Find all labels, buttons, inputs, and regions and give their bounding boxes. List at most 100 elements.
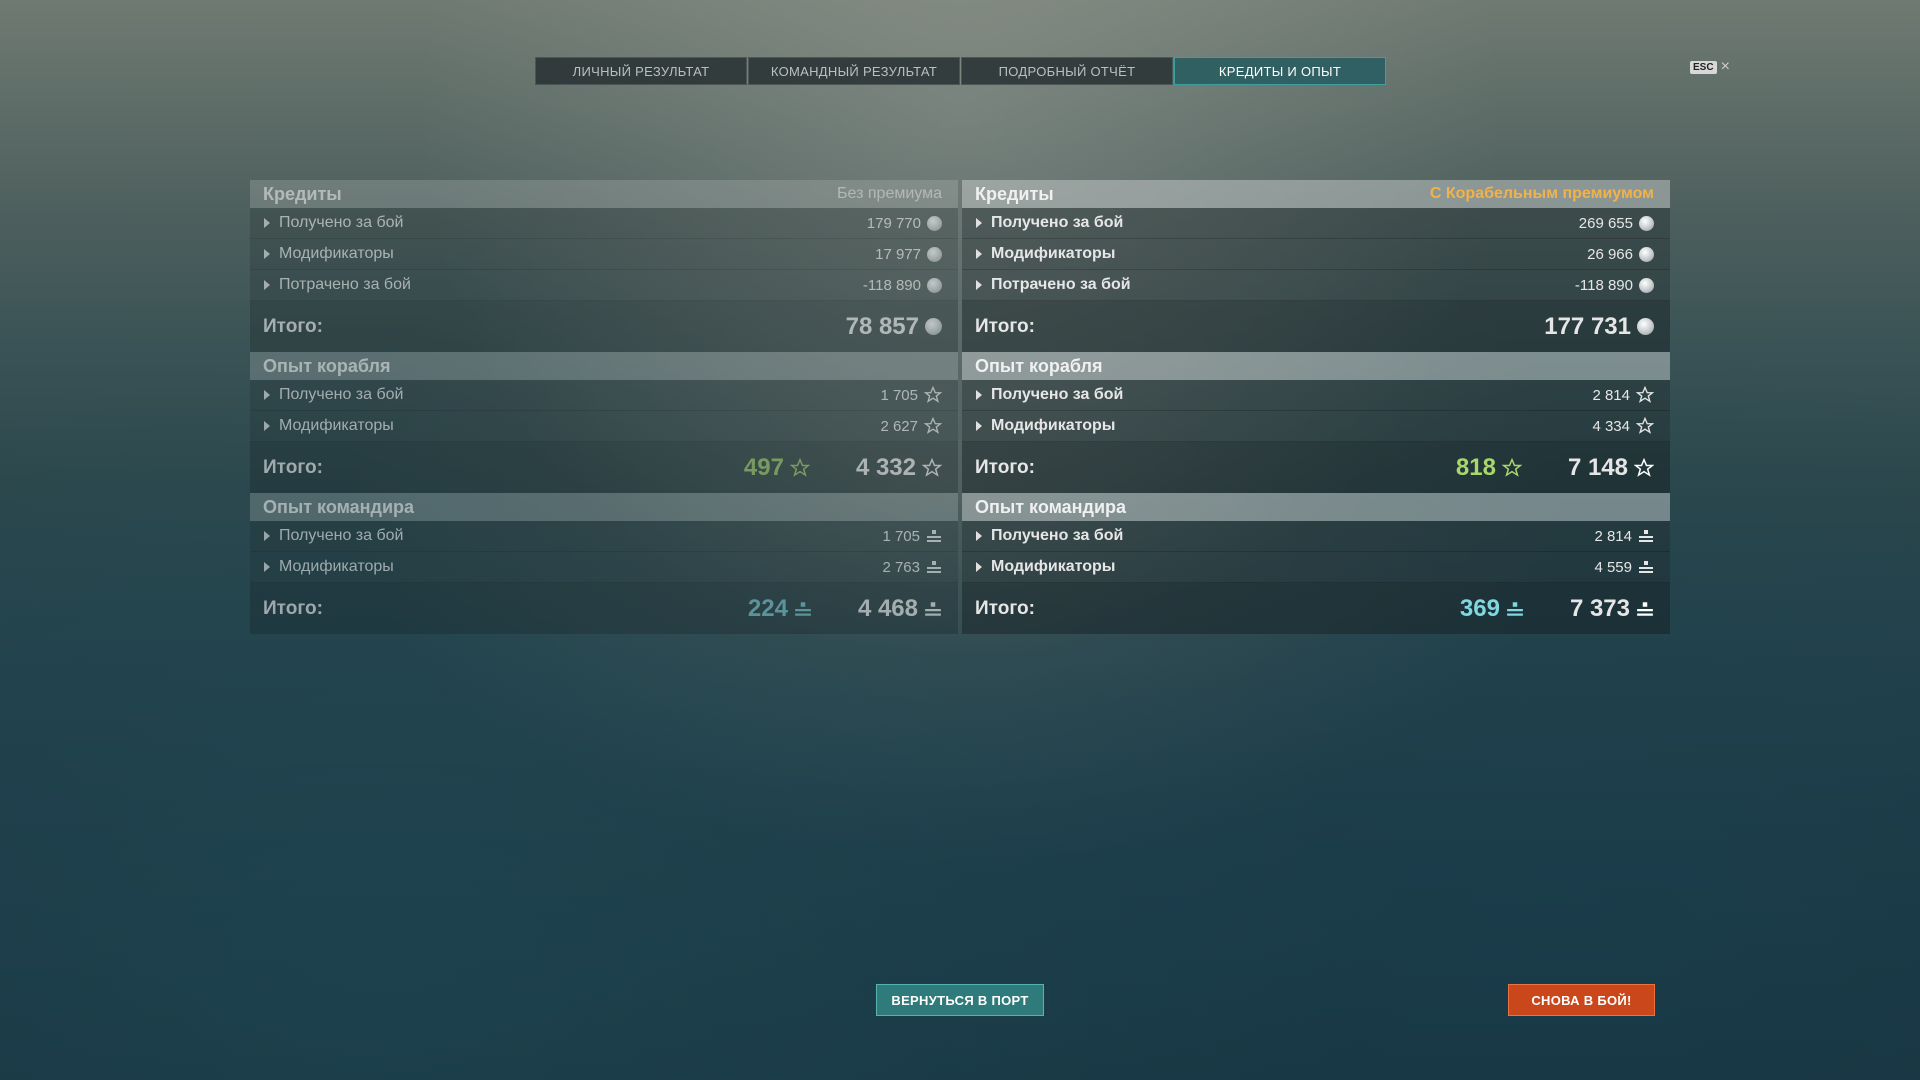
credits-row-spent[interactable]: Потрачено за бой -118 890 [250,270,958,301]
row-label: Модификаторы [991,417,1116,434]
row-label: Получено за бой [991,214,1124,231]
return-to-port-button[interactable]: ВЕРНУТЬСЯ В ПОРТ [876,984,1044,1016]
credits-icon [1639,215,1654,231]
credits-icon [1639,246,1654,262]
section-title: Кредиты [263,183,342,204]
commander-xp-icon [924,601,942,617]
expand-arrow-icon [976,249,982,259]
expand-arrow-icon [264,390,270,400]
row-value: 1 705 [880,386,918,404]
commander-xp-total-value: 7 373 [1569,594,1630,622]
credits-icon [927,215,942,231]
ship-xp-header: Опыт корабля [962,352,1670,380]
credits-row-modifiers[interactable]: Модификаторы 26 966 [962,239,1670,270]
credits-icon [1639,277,1654,293]
ship-xp-row-modifiers[interactable]: Модификаторы 2 627 [250,411,958,442]
row-label: Модификаторы [991,558,1116,575]
ship-xp-total-value: 7 148 [1567,453,1628,481]
row-value: 1 705 [882,527,920,545]
total-label: Итого: [263,315,323,337]
row-value: 4 559 [1594,558,1632,576]
row-label: Модификаторы [991,245,1116,262]
ship-xp-header: Опыт корабля [250,352,958,380]
commander-xp-icon [1636,601,1654,617]
row-value: 2 763 [882,558,920,576]
result-tabs: ЛИЧНЫЙ РЕЗУЛЬТАТ КОМАНДНЫЙ РЕЗУЛЬТАТ ПОД… [535,57,1387,85]
row-label: Модификаторы [279,558,394,575]
commander-xp-header: Опыт командира [962,493,1670,521]
expand-arrow-icon [976,562,982,572]
star-icon [1636,386,1654,404]
credits-total-row: Итого: 78 857 [250,301,958,352]
commander-xp-icon [1506,601,1524,617]
row-value: 17 977 [875,245,921,263]
free-commander-xp-value: 369 [1459,594,1500,622]
free-xp-value: 497 [743,453,784,481]
commander-xp-row-earned[interactable]: Получено за бой 2 814 [962,521,1670,552]
expand-arrow-icon [264,562,270,572]
row-label: Потрачено за бой [279,276,411,293]
ship-xp-total-row: Итого: 818 7 148 [962,442,1670,493]
section-title: Опыт корабля [263,355,391,376]
credits-header: Кредиты Без премиума [250,180,958,208]
commander-xp-row-modifiers[interactable]: Модификаторы 4 559 [962,552,1670,583]
credits-row-earned[interactable]: Получено за бой 179 770 [250,208,958,239]
ship-xp-row-earned[interactable]: Получено за бой 2 814 [962,380,1670,411]
row-value: 2 814 [1592,386,1630,404]
section-title: Опыт командира [975,496,1127,517]
row-label: Получено за бой [991,527,1124,544]
tab-detailed-report[interactable]: ПОДРОБНЫЙ ОТЧЁТ [961,57,1173,85]
esc-key-badge: ESC [1690,60,1717,74]
row-label: Получено за бой [279,527,404,544]
star-icon [924,417,942,435]
star-icon [1636,417,1654,435]
credits-header: Кредиты С Корабельным премиумом [962,180,1670,208]
commander-xp-total-row: Итого: 224 4 468 [250,583,958,634]
close-button[interactable]: ESC × [1690,59,1730,75]
commander-xp-icon [1638,560,1654,574]
row-value: 2 627 [880,417,918,435]
expand-arrow-icon [976,280,982,290]
row-value: 26 966 [1587,245,1633,263]
row-value: 269 655 [1578,214,1633,232]
credits-row-spent[interactable]: Потрачено за бой -118 890 [962,270,1670,301]
row-value: -118 890 [1574,276,1633,294]
row-value: 179 770 [866,214,921,232]
commander-xp-icon [1638,529,1654,543]
tab-personal-result[interactable]: ЛИЧНЫЙ РЕЗУЛЬТАТ [535,57,747,85]
panel-without-premium: Кредиты Без премиума Получено за бой 179… [250,180,958,634]
credits-icon [927,246,942,262]
total-label: Итого: [975,315,1035,337]
credits-row-earned[interactable]: Получено за бой 269 655 [962,208,1670,239]
free-xp-value: 818 [1455,453,1496,481]
ship-xp-row-earned[interactable]: Получено за бой 1 705 [250,380,958,411]
credits-icon [925,318,942,335]
commander-xp-header: Опыт командира [250,493,958,521]
credits-icon [927,277,942,293]
tab-team-result[interactable]: КОМАНДНЫЙ РЕЗУЛЬТАТ [748,57,960,85]
credits-total-value: 78 857 [845,312,919,340]
expand-arrow-icon [976,390,982,400]
commander-xp-total-row: Итого: 369 7 373 [962,583,1670,634]
section-title: Кредиты [975,183,1054,204]
commander-xp-row-earned[interactable]: Получено за бой 1 705 [250,521,958,552]
battle-again-button[interactable]: СНОВА В БОЙ! [1508,984,1655,1016]
credits-icon [1637,318,1654,335]
expand-arrow-icon [976,421,982,431]
credits-total-row: Итого: 177 731 [962,301,1670,352]
commander-xp-row-modifiers[interactable]: Модификаторы 2 763 [250,552,958,583]
ship-xp-row-modifiers[interactable]: Модификаторы 4 334 [962,411,1670,442]
tab-credits-and-xp[interactable]: КРЕДИТЫ И ОПЫТ [1174,57,1386,85]
row-label: Модификаторы [279,417,394,434]
total-label: Итого: [975,456,1035,478]
total-label: Итого: [975,597,1035,619]
row-label: Получено за бой [991,386,1124,403]
expand-arrow-icon [264,249,270,259]
credits-row-modifiers[interactable]: Модификаторы 17 977 [250,239,958,270]
total-label: Итого: [263,456,323,478]
premium-status-label: Без премиума [837,185,942,202]
panel-with-premium: Кредиты С Корабельным премиумом Получено… [962,180,1670,634]
expand-arrow-icon [264,280,270,290]
section-title: Опыт командира [263,496,415,517]
star-icon [924,386,942,404]
